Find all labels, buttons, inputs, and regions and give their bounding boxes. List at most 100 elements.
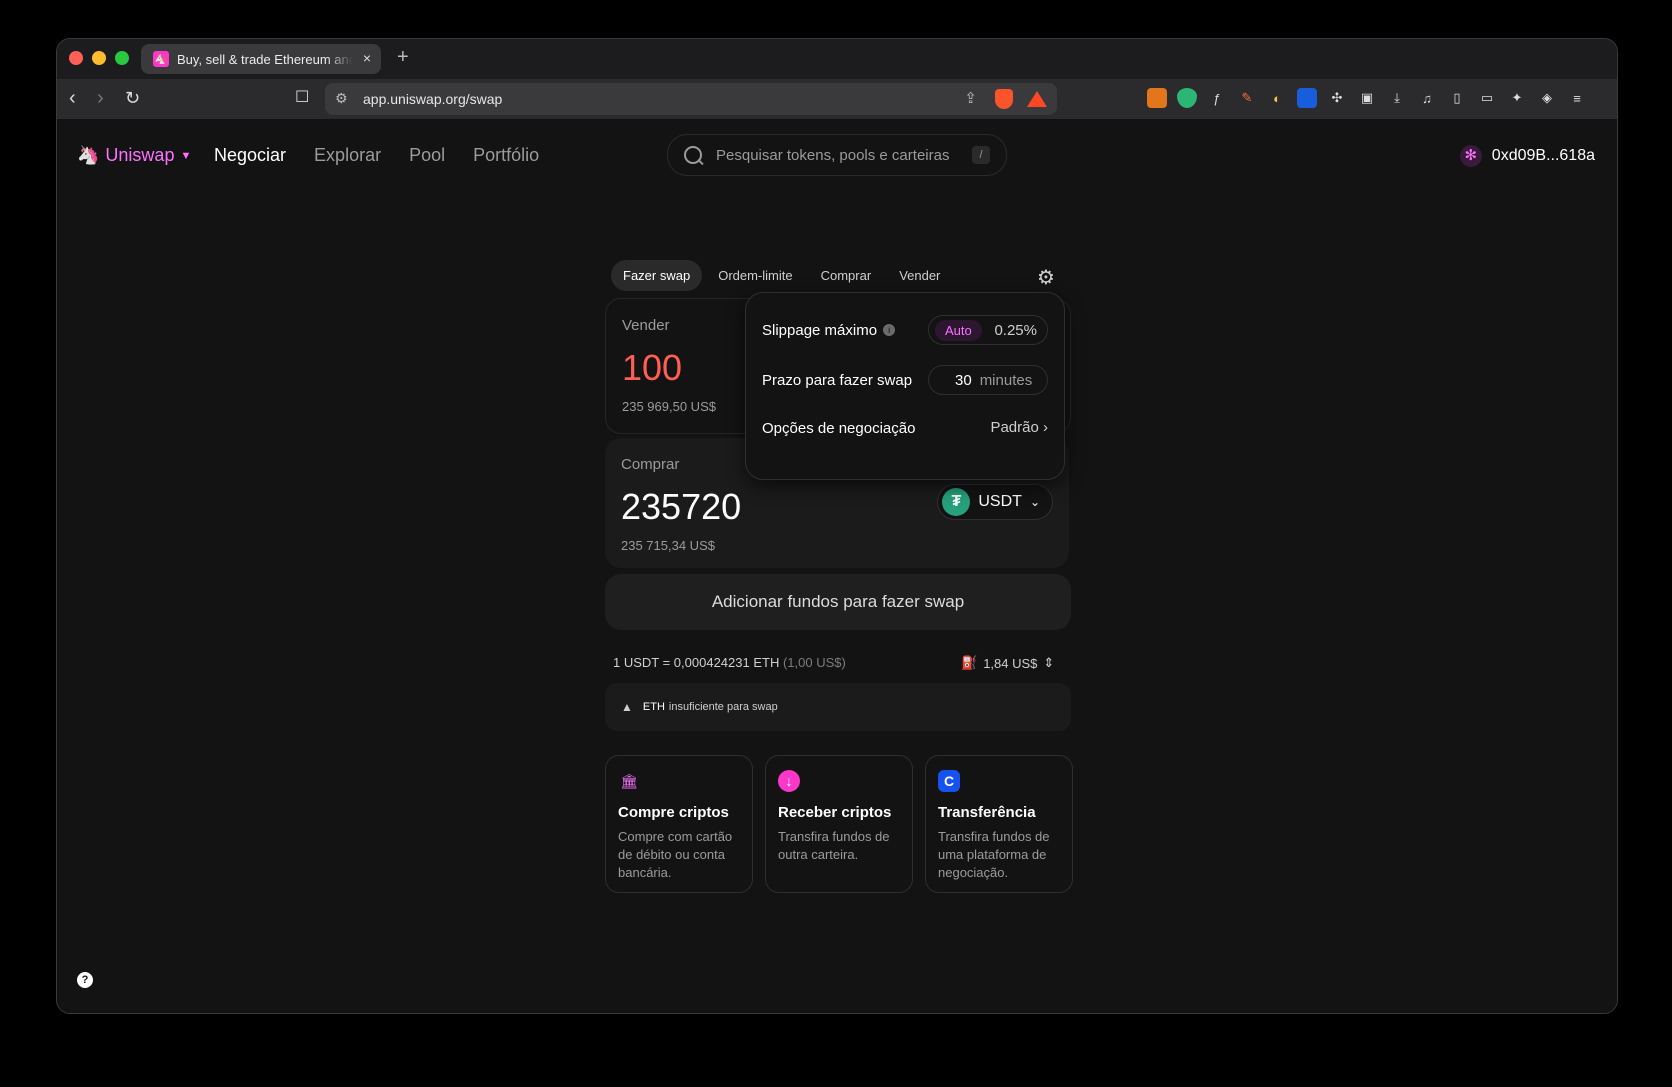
vpn-icon[interactable]: ◈ xyxy=(1537,88,1557,108)
avatar: ✻ xyxy=(1459,145,1482,167)
close-window-button[interactable] xyxy=(69,51,83,65)
tile-title: Compre criptos xyxy=(618,804,729,821)
buy-usd-value: 235 715,34 US$ xyxy=(621,538,715,553)
formula-icon[interactable]: ƒ xyxy=(1207,88,1227,108)
tab-title: Buy, sell & trade Ethereum and xyxy=(177,51,353,67)
screenshot-icon[interactable]: ▣ xyxy=(1357,88,1377,108)
slippage-auto-toggle[interactable]: Auto xyxy=(935,319,982,341)
warning-icon: ▲ xyxy=(621,700,633,714)
url-text[interactable]: app.uniswap.org/swap xyxy=(363,91,502,107)
share-icon[interactable]: ⇪ xyxy=(964,89,977,107)
tile-desc: Compre com cartão de débito ou conta ban… xyxy=(618,829,733,880)
gas-fee[interactable]: ⛽ 1,84 US$ ⇕ xyxy=(961,655,1054,671)
info-icon[interactable]: i xyxy=(883,324,896,336)
trade-options-label: Opções de negociação xyxy=(762,419,916,437)
gas-pump-icon: ⛽ xyxy=(961,655,978,670)
sell-amount-input[interactable]: 100 xyxy=(622,347,682,389)
brave-rewards-icon[interactable] xyxy=(1027,91,1047,107)
address-bar[interactable]: ⚙ app.uniswap.org/swap ⇪ xyxy=(325,83,1057,115)
funding-options: 🏛 Compre criptos Compre com cartão de dé… xyxy=(605,755,1073,893)
uniswap-logo[interactable]: 🦄 Uniswap ▼ xyxy=(77,145,191,166)
trade-options-value: Padrão › xyxy=(990,419,1048,436)
pencil-icon[interactable]: ✎ xyxy=(1237,88,1257,108)
gas-value: 1,84 US$ xyxy=(983,655,1038,671)
tile-transfer[interactable]: C Transferência Transfira fundos de uma … xyxy=(925,755,1073,893)
sidebar-icon[interactable]: ▯ xyxy=(1447,88,1467,108)
account-button[interactable]: ✻ 0xd09B...618a xyxy=(1459,145,1595,167)
deadline-unit: minutes xyxy=(979,371,1033,389)
new-tab-button[interactable]: + xyxy=(397,46,409,69)
search-icon xyxy=(684,146,702,164)
unicorn-icon: 🦄 xyxy=(77,145,100,165)
slippage-row: Slippage máximo i Auto 0.25% xyxy=(762,315,1048,345)
tab-comprar[interactable]: Comprar xyxy=(809,260,884,291)
bitwarden-icon[interactable] xyxy=(1297,88,1317,108)
nav-pool[interactable]: Pool xyxy=(409,145,445,166)
maximize-window-button[interactable] xyxy=(115,51,129,65)
deadline-value: 30 xyxy=(955,371,972,389)
uniswap-favicon-icon: 🦄 xyxy=(153,51,169,67)
swap-tabs: Fazer swap Ordem-limite Comprar Vender xyxy=(611,260,952,291)
slippage-label: Slippage máximo xyxy=(762,321,878,339)
puzzle-icon[interactable]: ✣ xyxy=(1327,88,1347,108)
arrow-down-circle-icon: ↓ xyxy=(778,770,800,792)
logo-text: Uniswap xyxy=(105,145,175,165)
add-funds-button[interactable]: Adicionar fundos para fazer swap xyxy=(605,574,1071,630)
tile-desc: Transfira fundos de outra carteira. xyxy=(778,829,890,862)
help-icon[interactable]: ? xyxy=(77,972,93,988)
main-nav: Negociar Explorar Pool Portfólio xyxy=(214,145,539,166)
buy-label: Comprar xyxy=(621,456,680,473)
close-tab-icon[interactable]: × xyxy=(363,50,371,66)
usdt-icon: ₮ xyxy=(942,488,971,516)
tab-ordem-limite[interactable]: Ordem-limite xyxy=(706,260,804,291)
nav-explorar[interactable]: Explorar xyxy=(314,145,381,166)
search-shortcut-badge: / xyxy=(972,146,990,164)
tab-vender[interactable]: Vender xyxy=(887,260,952,291)
settings-popover: Slippage máximo i Auto 0.25% Prazo para … xyxy=(745,292,1065,480)
deadline-input[interactable]: 30 minutes xyxy=(928,365,1048,395)
warning-token: ETH xyxy=(642,701,665,713)
buy-amount-input[interactable]: 235720 xyxy=(621,486,741,528)
shield-extension-icon[interactable] xyxy=(1177,88,1197,108)
search-input[interactable]: Pesquisar tokens, pools e carteiras / xyxy=(667,134,1007,176)
minimize-window-button[interactable] xyxy=(92,51,106,65)
trade-options-row[interactable]: Opções de negociação Padrão › xyxy=(762,413,1048,443)
metamask-icon[interactable] xyxy=(1147,88,1167,108)
gear-icon[interactable]: ⚙ xyxy=(1037,265,1055,290)
menu-icon[interactable]: ≡ xyxy=(1567,88,1587,108)
brave-shields-icon[interactable] xyxy=(995,89,1013,109)
tile-receive-crypto[interactable]: ↓ Receber criptos Transfira fundos de ou… xyxy=(765,755,913,893)
slippage-value: 0.25% xyxy=(994,321,1037,339)
bank-icon: 🏛 xyxy=(620,772,638,789)
wallet-icon[interactable]: ▭ xyxy=(1477,88,1497,108)
tile-buy-crypto[interactable]: 🏛 Compre criptos Compre com cartão de dé… xyxy=(605,755,753,893)
slippage-input[interactable]: Auto 0.25% xyxy=(928,315,1048,345)
site-settings-icon[interactable]: ⚙ xyxy=(335,90,348,107)
nav-negociar[interactable]: Negociar xyxy=(214,145,286,166)
deadline-row: Prazo para fazer swap 30 minutes xyxy=(762,365,1048,395)
exchange-rate[interactable]: 1 USDT = 0,000424231 ETH (1,00 US$) xyxy=(613,655,846,670)
chevron-right-icon: › xyxy=(1043,419,1048,436)
tab-fazer-swap[interactable]: Fazer swap xyxy=(611,260,703,291)
buy-token-selector[interactable]: ₮ USDT ⌄ xyxy=(937,484,1053,520)
reload-icon[interactable]: ↻ xyxy=(125,87,140,109)
tile-title: Transferência xyxy=(938,804,1036,821)
bookmark-icon[interactable]: ☐ xyxy=(295,87,309,109)
tile-title: Receber criptos xyxy=(778,804,892,821)
warning-text: insuficiente para swap xyxy=(668,701,778,713)
nav-portfolio[interactable]: Portfólio xyxy=(473,145,539,166)
back-icon[interactable]: ‹ xyxy=(69,87,76,109)
chevron-down-icon: ⌄ xyxy=(1029,495,1040,509)
caret-down-icon: ▼ xyxy=(180,149,192,162)
uniswap-page: 🦄 Uniswap ▼ Negociar Explorar Pool Portf… xyxy=(57,120,1617,1013)
download-icon[interactable]: ⤓ xyxy=(1387,88,1407,108)
music-icon[interactable]: ♫ xyxy=(1417,88,1437,108)
deadline-label: Prazo para fazer swap xyxy=(762,371,913,389)
sparkle-icon[interactable]: ✦ xyxy=(1507,88,1527,108)
tile-desc: Transfira fundos de uma plataforma de ne… xyxy=(938,829,1050,880)
browser-toolbar: ‹ › ↻ ☐ ⚙ app.uniswap.org/swap ⇪ ƒ ✎ ◐ ✣… xyxy=(57,79,1617,120)
forward-icon[interactable]: › xyxy=(97,87,104,109)
browser-tab[interactable]: 🦄 Buy, sell & trade Ethereum and × xyxy=(141,44,381,74)
sell-usd-value: 235 969,50 US$ xyxy=(622,399,716,414)
moon-icon[interactable]: ◐ xyxy=(1267,88,1287,108)
